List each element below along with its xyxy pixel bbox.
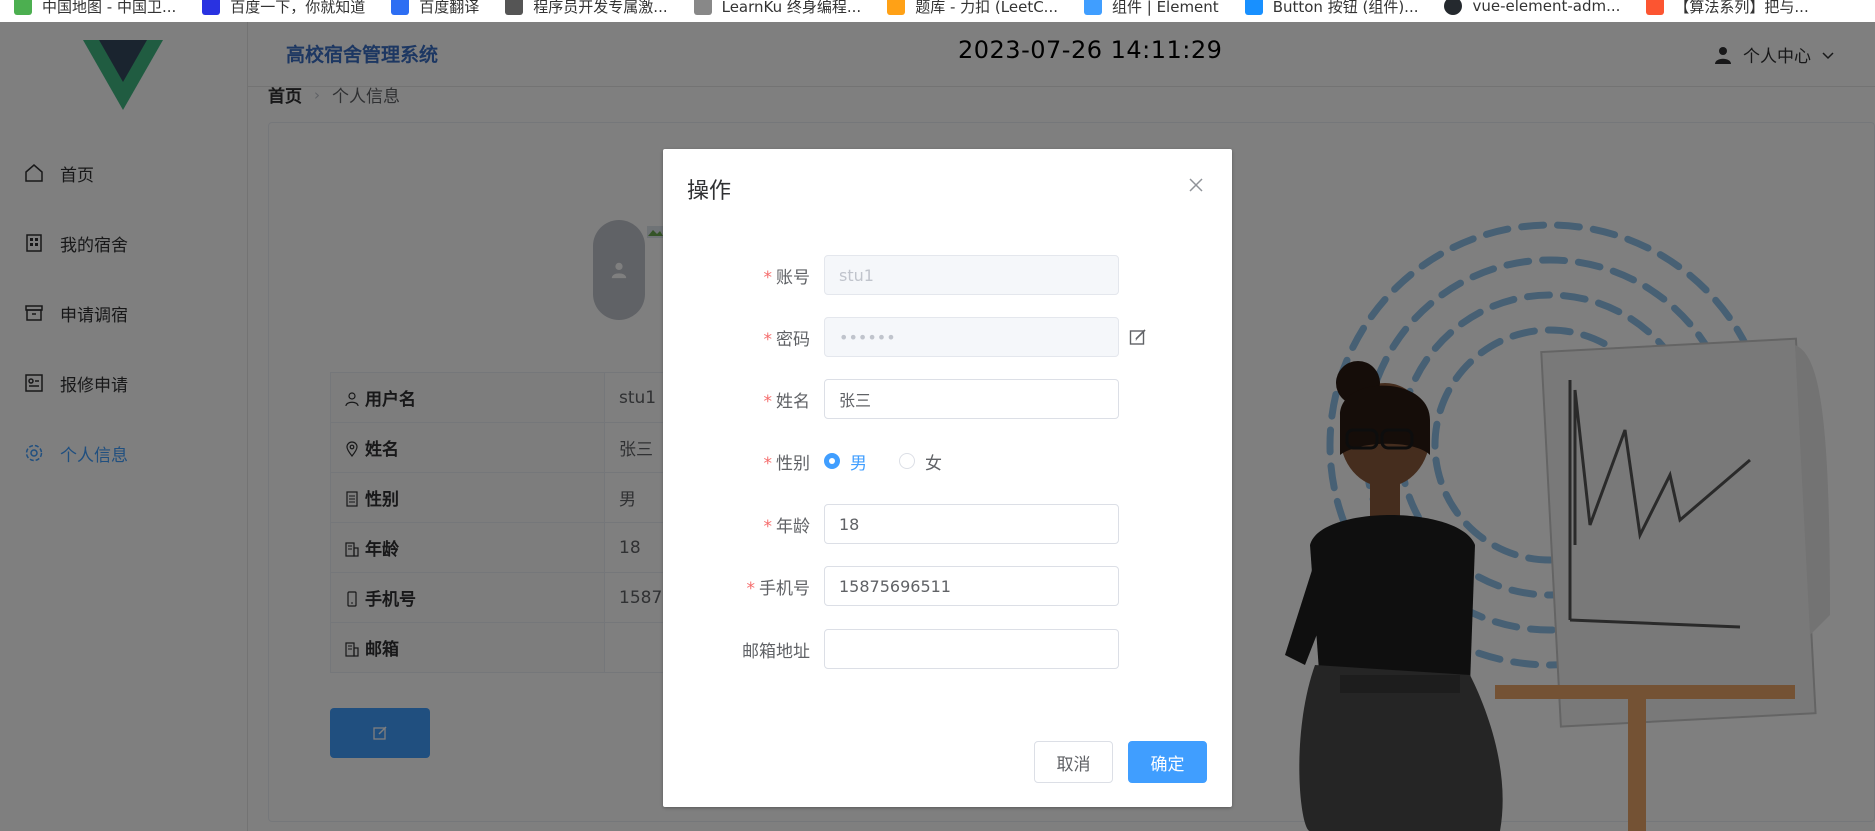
name-label: * 姓名 [663,387,824,412]
confirm-button[interactable]: 确定 [1128,741,1207,783]
edit-dialog: 操作 *账号 *密码 *姓名 *性别 男 女 *年龄 *手机号 邮箱地址 取消 … [663,149,1232,807]
required-mark: * [746,578,756,599]
bookmark-icon [1444,0,1463,15]
form-row-gender: * 性别 男 女 [663,441,1232,481]
bookmarks-bar: 中国地图 - 中国卫... 百度一下，你就知道 百度翻译 程序员开发专属激...… [0,0,1875,22]
bookmark-icon [505,0,524,15]
label-text: 姓名 [776,391,810,412]
bookmark-icon [1083,0,1102,15]
bookmark-item[interactable]: 百度一下，你就知道 [202,0,365,17]
form-row-age: * 年龄 [663,504,1232,544]
bookmark-icon [693,0,712,15]
form-row-password: * 密码 [663,317,1232,357]
bookmark-label: Button 按钮 (组件)... [1272,0,1419,16]
account-label: * 账号 [663,263,824,288]
bookmark-icon [14,0,32,15]
radio-label: 男 [850,453,867,474]
label-text: 手机号 [759,578,810,599]
bookmark-item[interactable]: 【算法系列】把与... [1646,0,1809,17]
bookmark-label: vue-element-adm... [1472,0,1621,15]
account-input[interactable] [824,255,1119,295]
phone-input[interactable] [824,566,1119,606]
name-input[interactable] [824,379,1119,419]
age-label: * 年龄 [663,512,824,537]
bookmark-item[interactable]: 组件 | Element [1083,0,1219,17]
bookmark-item[interactable]: 中国地图 - 中国卫... [14,0,176,17]
required-mark: * [763,267,773,288]
gender-radio-male[interactable]: 男 [824,449,867,474]
radio-dot [899,453,915,469]
bookmark-icon [1646,0,1665,15]
label-text: 账号 [776,267,810,288]
form-row-email: 邮箱地址 [663,629,1232,669]
radio-dot [824,453,840,469]
gender-radio-female[interactable]: 女 [899,449,942,474]
cancel-button[interactable]: 取消 [1034,741,1113,783]
email-label: 邮箱地址 [663,637,824,662]
bookmark-item[interactable]: 百度翻译 [391,0,479,17]
bookmark-label: 组件 | Element [1111,0,1219,16]
bookmark-item[interactable]: vue-element-adm... [1444,0,1620,15]
close-icon[interactable] [1188,177,1204,193]
bookmark-icon [202,0,221,15]
phone-label: * 手机号 [663,574,824,599]
radio-label: 女 [925,453,942,474]
bookmark-label: 百度一下，你就知道 [230,0,366,16]
bookmark-icon [1244,0,1263,15]
gender-label: * 性别 [663,449,824,474]
required-mark: * [763,391,773,412]
password-input[interactable] [824,317,1119,357]
bookmark-item[interactable]: LearnKu 终身编程... [693,0,862,17]
bookmark-item[interactable]: 程序员开发专属激... [505,0,668,17]
bookmark-item[interactable]: 题库 - 力扣 (LeetC... [887,0,1058,17]
password-label: * 密码 [663,325,824,350]
age-input[interactable] [824,504,1119,544]
required-mark: * [763,516,773,537]
label-text: 年龄 [776,516,810,537]
bookmark-icon [391,0,410,15]
bookmark-label: 程序员开发专属激... [533,0,668,16]
dialog-title: 操作 [687,179,732,204]
bookmark-label: 中国地图 - 中国卫... [42,0,177,16]
label-text: 密码 [776,329,810,350]
form-row-phone: * 手机号 [663,566,1232,606]
required-mark: * [763,329,773,350]
label-text: 邮箱地址 [742,641,810,662]
form-row-account: * 账号 [663,255,1232,295]
bookmark-label: LearnKu 终身编程... [721,0,862,16]
bookmark-label: 百度翻译 [419,0,480,16]
bookmark-label: 【算法系列】把与... [1674,0,1809,16]
bookmark-label: 题库 - 力扣 (LeetC... [915,0,1058,16]
form-row-name: * 姓名 [663,379,1232,419]
bookmark-icon [887,0,906,15]
label-text: 性别 [776,453,810,474]
bookmark-item[interactable]: Button 按钮 (组件)... [1244,0,1419,17]
edit-password-icon[interactable] [1129,328,1147,346]
email-input[interactable] [824,629,1119,669]
required-mark: * [763,453,773,474]
